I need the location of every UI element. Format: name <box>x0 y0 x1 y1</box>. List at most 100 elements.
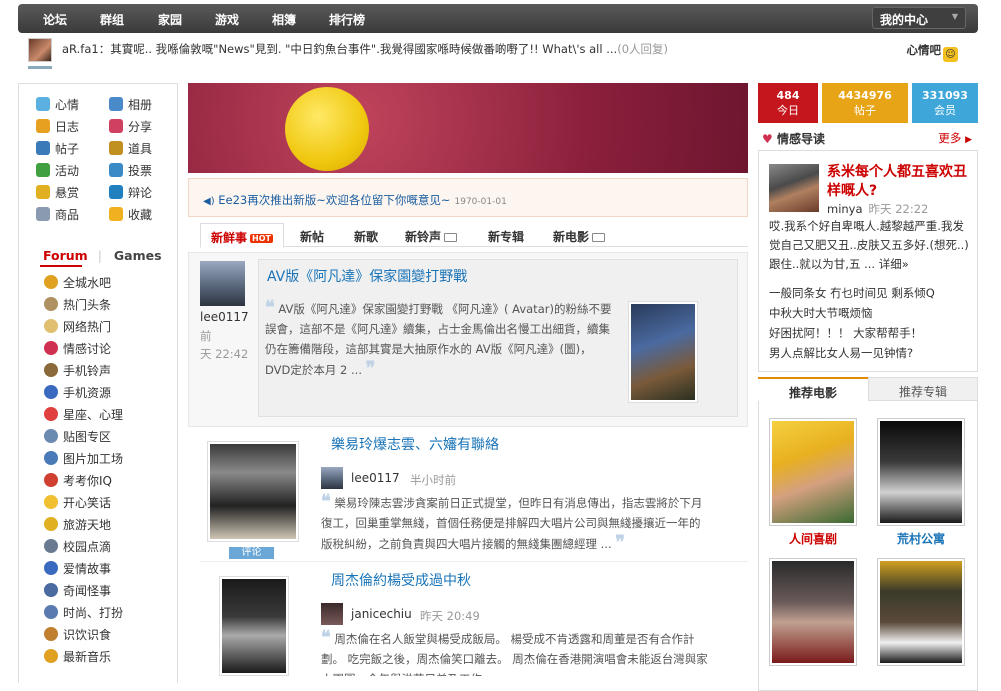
forum-item[interactable]: 网络热门 <box>44 318 111 335</box>
quick-item[interactable]: 道具 <box>109 140 179 162</box>
emotion-link[interactable]: 中秋大时大节嘅烦恼 <box>769 305 873 321</box>
movie-title[interactable]: 人间喜剧 <box>769 530 857 547</box>
featured-user[interactable]: minya <box>827 202 863 216</box>
forum-item[interactable]: 时尚、打扮 <box>44 604 123 621</box>
post-author[interactable]: janicechiu <box>351 607 412 621</box>
quick-share[interactable]: 分享 <box>109 118 179 140</box>
forum-item[interactable]: 奇闻怪事 <box>44 582 111 599</box>
tab-recommended-albums[interactable]: 推荐专辑 <box>868 377 978 401</box>
reward-icon <box>36 185 50 199</box>
nav-rankings[interactable]: 排行榜 <box>329 11 365 28</box>
forum-item[interactable]: 考考你IQ <box>44 472 112 489</box>
oddity-icon <box>44 583 58 597</box>
forum-item[interactable]: 校园点滴 <box>44 538 111 555</box>
vote-icon <box>109 163 123 177</box>
notice-text[interactable]: ◀) Ee23再次推出新版~欢迎各位留下你嘅意见~ 1970-01-01 <box>203 192 507 208</box>
forum-item[interactable]: 情感讨论 <box>44 340 111 357</box>
movie-poster[interactable] <box>769 418 857 526</box>
post-author[interactable]: lee0117 <box>200 310 249 324</box>
forum-item[interactable]: 星座、心理 <box>44 406 123 423</box>
featured-image[interactable] <box>769 164 819 212</box>
post-title[interactable]: 周杰倫約楊受成過中秋 <box>331 570 471 590</box>
tab-new-posts[interactable]: 新帖 <box>300 228 324 245</box>
my-center-dropdown[interactable]: 我的中心 ▼ <box>872 7 966 29</box>
featured-desc[interactable]: 哎.我系个好自卑嘅人.越黎越严重.我发觉自己又肥又丑..皮肤又五多好.(想死..… <box>769 217 974 274</box>
quick-label: 投票 <box>128 164 153 178</box>
ticker-message[interactable]: aR.fa1：其實呢.. 我喺倫敦嘅"News"見到. "中日釣魚台事件".我覺… <box>62 42 617 56</box>
forum-item[interactable]: 开心笑话 <box>44 494 111 511</box>
avatar[interactable] <box>200 261 245 306</box>
nav-home[interactable]: 家园 <box>158 11 182 28</box>
forum-item[interactable]: 旅游天地 <box>44 516 111 533</box>
featured-title[interactable]: 系米每个人都五喜欢丑样嘅人? <box>827 163 967 201</box>
quick-event[interactable]: 活动 <box>36 162 106 184</box>
emotion-link[interactable]: 好困扰阿！！！ 大家帮帮手！ <box>769 325 922 341</box>
movie-poster[interactable] <box>877 558 965 666</box>
avatar[interactable] <box>321 467 343 489</box>
tab-new-events[interactable]: 新鲜事 HOT <box>200 223 284 248</box>
tab-new-events-label: 新鲜事 <box>211 231 248 245</box>
post-image[interactable] <box>219 576 289 676</box>
tab-recommended-movies[interactable]: 推荐电影 <box>758 377 868 401</box>
mood-bar-link[interactable]: 心情吧 ☺ <box>907 42 958 62</box>
movie-poster[interactable] <box>769 558 857 666</box>
promo-banner[interactable] <box>188 83 748 173</box>
forum-item[interactable]: 贴图专区 <box>44 428 111 445</box>
notice-message[interactable]: Ee23再次推出新版~欢迎各位留下你嘅意见~ <box>218 193 450 207</box>
post-image[interactable] <box>207 441 299 542</box>
post-image[interactable] <box>628 301 698 403</box>
tab-new-albums[interactable]: 新专辑 <box>488 228 524 245</box>
quick-debate[interactable]: 辩论 <box>109 184 179 206</box>
quick-label: 道具 <box>128 142 153 156</box>
forum-item[interactable]: 最新音乐 <box>44 648 111 665</box>
tab-games[interactable]: Games <box>114 248 162 263</box>
quick-post[interactable]: 帖子 <box>36 140 106 162</box>
tab-forum[interactable]: Forum <box>43 248 88 263</box>
movie-list: 人间喜剧 荒村公寓 <box>758 401 978 691</box>
post-time: 昨天 20:49 <box>420 609 480 623</box>
ticker-avatar[interactable] <box>28 38 52 62</box>
post-body-text: 周杰倫在名人飯堂與楊受成飯局。 楊受成不肯透露和周董是否有合作計劃。 吃完飯之後… <box>321 632 708 676</box>
nav-groups[interactable]: 群组 <box>100 11 124 28</box>
tab-new-songs[interactable]: 新歌 <box>354 228 378 245</box>
ticker-reply-count: (0人回复) <box>617 42 668 56</box>
nav-albums[interactable]: 相簿 <box>272 11 296 28</box>
post-author[interactable]: lee0117 <box>351 471 400 485</box>
emotion-link[interactable]: 一般同条女 冇乜时间见 剩系倾Q <box>769 285 935 301</box>
emotion-link[interactable]: 男人点解比女人易一见钟情? <box>769 345 913 361</box>
nav-forum[interactable]: 论坛 <box>43 11 67 28</box>
forum-games-tabs: Forum | Games <box>40 248 162 267</box>
tab-new-movies[interactable]: 新电影 <box>553 228 606 245</box>
forum-item[interactable]: 图片加工场 <box>44 450 123 467</box>
quick-album[interactable]: 相册 <box>109 96 179 118</box>
content-tabs: 新鲜事 HOT 新帖 新歌 新铃声 新专辑 新电影 <box>200 223 748 248</box>
forum-item-label: 网络热门 <box>63 320 112 334</box>
tab-new-ringtones[interactable]: 新铃声 <box>405 228 458 245</box>
stat-posts-label: 帖子 <box>854 104 876 117</box>
movie-poster[interactable] <box>877 418 965 526</box>
avatar[interactable] <box>321 603 343 625</box>
nav-games[interactable]: 游戏 <box>215 11 239 28</box>
ticker-text[interactable]: aR.fa1：其實呢.. 我喺倫敦嘅"News"見到. "中日釣魚台事件".我覺… <box>62 41 668 57</box>
comment-button[interactable]: 评论 <box>229 547 274 559</box>
left-sidebar: 心情 相册 日志 分享 帖子 道具活动 投票悬赏 辩论商品 收藏 Forum | Games 全… <box>18 83 178 683</box>
post-title[interactable]: 樂易玲爆志雲、六嬸有聯絡 <box>331 434 499 454</box>
forum-item[interactable]: 全城水吧 <box>44 274 111 291</box>
quick-mood[interactable]: 心情 <box>36 96 106 118</box>
forum-item[interactable]: 识饮识食 <box>44 626 111 643</box>
forum-item[interactable]: 热门头条 <box>44 296 111 313</box>
video-icon <box>592 233 606 242</box>
quick-blog[interactable]: 日志 <box>36 118 106 140</box>
forum-item[interactable]: 爱情故事 <box>44 560 111 577</box>
more-link[interactable]: 更多 ▶ <box>938 130 972 146</box>
forum-item[interactable]: 手机资源 <box>44 384 111 401</box>
forum-item[interactable]: 手机铃声 <box>44 362 111 379</box>
quick-favorite[interactable]: 收藏 <box>109 206 179 228</box>
movie-title[interactable]: 荒村公寓 <box>877 530 965 547</box>
quick-label: 辩论 <box>128 186 153 200</box>
forum-item-label: 情感讨论 <box>63 342 112 356</box>
quick-goods[interactable]: 商品 <box>36 206 106 228</box>
post-title[interactable]: AV版《阿凡達》保家園變打野戰 <box>267 266 467 286</box>
quick-vote[interactable]: 投票 <box>109 162 179 184</box>
quick-reward[interactable]: 悬赏 <box>36 184 106 206</box>
